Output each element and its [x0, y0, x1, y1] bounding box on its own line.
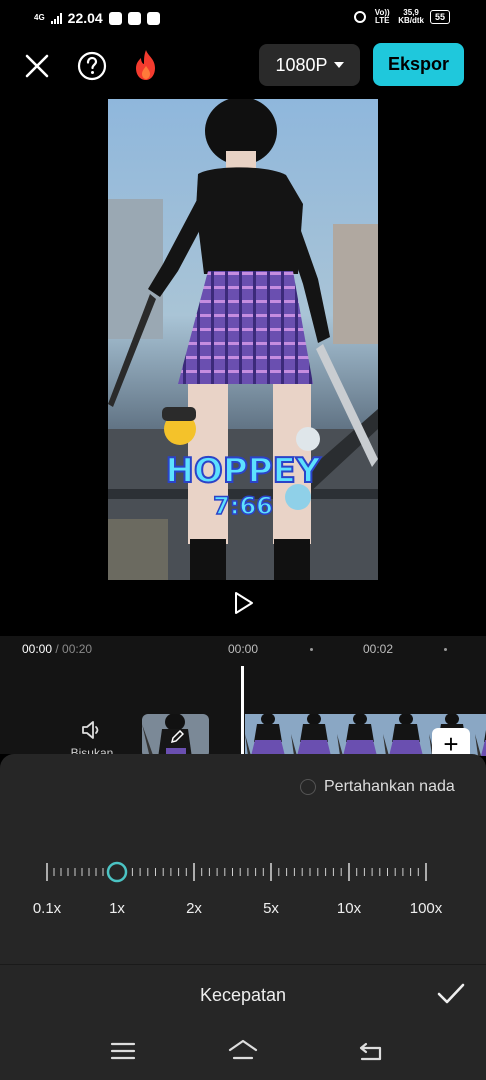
net-speed: 35,9 KB/dtk	[398, 9, 424, 25]
resolution-dropdown[interactable]: 1080P	[259, 44, 360, 86]
edit-icon	[170, 730, 184, 744]
battery-icon: 55	[429, 10, 450, 24]
speed-option-label: 10x	[336, 900, 362, 917]
speaker-icon	[82, 721, 99, 739]
home-icon[interactable]	[228, 1036, 258, 1066]
ruler-label: 00:00	[228, 642, 259, 656]
network-type: 4G	[34, 13, 45, 22]
clip-frame	[475, 714, 486, 756]
signal-icon	[50, 12, 62, 24]
speed-option-label: 0.1x	[32, 900, 62, 917]
speed-option-label: 2x	[186, 900, 202, 917]
clip-frame	[245, 714, 291, 756]
status-bar: 4G 22.04 Vo)) LTE 35,9 KB/dtk 55	[0, 0, 486, 38]
close-icon[interactable]	[24, 53, 50, 79]
top-toolbar: 1080P Ekspor	[0, 38, 486, 96]
total-time: / 00:20	[55, 642, 93, 656]
facebook-icon	[127, 11, 141, 25]
speed-option-label: 5x	[263, 900, 279, 917]
net-speed-unit: KB/dtk	[398, 16, 424, 25]
menu-icon[interactable]	[108, 1036, 138, 1066]
confirm-check-icon[interactable]	[436, 981, 466, 1007]
panel-title: Kecepatan	[199, 985, 287, 1005]
help-icon[interactable]	[77, 51, 107, 81]
current-time: 00:00	[22, 642, 53, 656]
clock: 22.04	[67, 10, 103, 26]
playhead[interactable]	[241, 666, 244, 754]
ruler-tick	[310, 648, 313, 651]
ruler-tick	[444, 648, 447, 651]
play-icon[interactable]	[230, 590, 256, 616]
lte-label: Vo)) LTE	[374, 8, 390, 25]
speed-slider-handle[interactable]	[106, 861, 128, 883]
timeline[interactable]: 00:00 / 00:20 00:00 00:02 Bisukan +	[0, 636, 486, 760]
speed-option-label: 1x	[109, 900, 125, 917]
resolution-label: 1080P	[275, 54, 328, 75]
time-display: 00:00 / 00:20	[22, 642, 92, 656]
back-icon[interactable]	[356, 1036, 386, 1066]
system-nav-bar	[0, 1022, 486, 1080]
preview-area: HOPPEY 7:66	[0, 96, 486, 636]
speed-option-label: 100x	[409, 900, 443, 917]
bottom-bar: Kecepatan	[0, 964, 486, 1023]
ruler-label: 00:02	[363, 642, 394, 656]
sticker-text-line2: 7:66	[213, 492, 273, 520]
chevron-down-icon	[333, 62, 344, 68]
sticker-text-line1: HOPPEY	[165, 451, 320, 491]
clip-frame	[383, 714, 429, 756]
notification-icon	[146, 11, 160, 25]
instagram-icon	[108, 11, 122, 25]
clip-frame	[291, 714, 337, 756]
speed-slider[interactable]	[0, 854, 486, 894]
cover-button[interactable]	[142, 714, 209, 758]
speed-panel: Pertahankan nada 0.1x 1x 2x 5x 10x 100x	[0, 754, 486, 964]
keep-pitch-radio[interactable]	[300, 779, 316, 795]
video-preview[interactable]: HOPPEY 7:66	[108, 99, 378, 580]
export-button[interactable]: Ekspor	[373, 43, 464, 86]
keep-pitch-toggle[interactable]: Pertahankan nada	[300, 778, 455, 796]
keep-pitch-label: Pertahankan nada	[324, 778, 455, 795]
alarm-icon	[354, 11, 367, 23]
clip-frame	[337, 714, 383, 756]
fire-icon[interactable]	[133, 49, 159, 81]
